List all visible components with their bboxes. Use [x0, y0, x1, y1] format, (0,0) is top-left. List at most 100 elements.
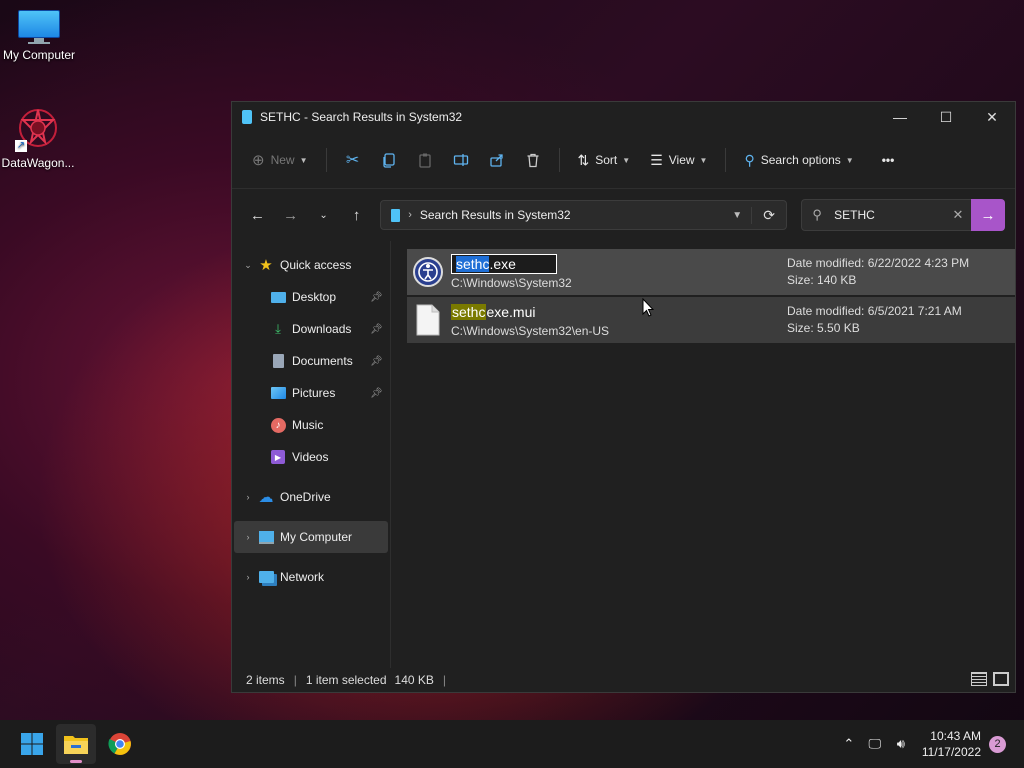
network-icon[interactable]: 🖵︎ [862, 736, 888, 752]
delete-button[interactable] [517, 144, 549, 176]
rename-button[interactable] [445, 144, 477, 176]
desktop-icon-label: My Computer [2, 48, 76, 62]
clock-date: 11/17/2022 [921, 745, 981, 759]
view-label: View [668, 153, 695, 167]
copy-button[interactable] [373, 144, 405, 176]
sidebar-item-desktop[interactable]: Desktop 📌︎ [234, 281, 388, 313]
pin-icon[interactable]: 📌︎ [370, 356, 386, 367]
search-input[interactable] [832, 207, 945, 223]
search-options-button[interactable]: ⚲ Search options ▼ [736, 144, 861, 176]
pin-icon[interactable]: 📌︎ [370, 388, 386, 399]
tiles-view-button[interactable] [993, 672, 1009, 686]
address-dropdown-button[interactable]: ▼ [723, 210, 751, 221]
sidebar-item-quick-access[interactable]: ⌄ ★ Quick access [234, 249, 388, 281]
sidebar-item-label: Network [280, 570, 325, 584]
minimize-button[interactable]: — [877, 102, 923, 132]
view-button[interactable]: ☰ View ▼ [642, 144, 715, 176]
search-results-icon [391, 208, 401, 222]
refresh-button[interactable]: ⟳ [751, 206, 786, 224]
back-button[interactable]: ← [242, 199, 273, 231]
sidebar-item-label: Pictures [292, 386, 336, 400]
scissors-icon: ✂ [345, 152, 360, 169]
list-item-sethc-exe-mui[interactable]: sethc exe.mui C:\Windows\System32\en-US D… [407, 297, 1015, 343]
file-path: C:\Windows\System32 [451, 276, 572, 290]
ellipsis-icon: ••• [881, 153, 895, 167]
pin-icon[interactable]: 📌︎ [370, 324, 386, 335]
toolbar-separator [558, 148, 560, 172]
sidebar-item-network[interactable]: › Network [234, 561, 388, 593]
recent-locations-button[interactable]: ⌄ [308, 199, 339, 231]
chevron-right-icon[interactable]: › [238, 492, 258, 502]
search-box[interactable]: ⚲ ✕ → [801, 199, 1005, 231]
desktop-icon-datawagon[interactable]: ↗ DataWagon... [0, 106, 76, 170]
document-icon [270, 353, 286, 369]
plus-circle-icon: ⊕ [252, 152, 265, 169]
size-label: Size: [787, 321, 814, 335]
chevron-right-icon[interactable]: › [238, 572, 258, 582]
sidebar-item-label: Music [292, 418, 324, 432]
monitor-icon [18, 10, 60, 44]
details-view-button[interactable] [971, 672, 987, 686]
chevron-down-icon: ▼ [845, 155, 854, 165]
navigation-bar: ← → ⌄ ↑ › Search Results in System32 ▼ ⟳… [232, 189, 1015, 241]
sidebar-item-videos[interactable]: ▶ Videos [234, 441, 388, 473]
paste-button[interactable] [409, 144, 441, 176]
sidebar-item-downloads[interactable]: ⤓ Downloads 📌︎ [234, 313, 388, 345]
start-button[interactable] [12, 724, 52, 764]
list-item-sethc-exe[interactable]: sethc .exe C:\Windows\System32 Date modif… [407, 249, 1015, 295]
folder-icon [64, 736, 88, 754]
sidebar-item-label: Quick access [280, 258, 352, 272]
star-icon: ★ [259, 257, 273, 274]
chevron-right-icon[interactable]: › [238, 532, 258, 542]
cut-button[interactable]: ✂ [337, 144, 369, 176]
forward-button[interactable]: → [275, 199, 306, 231]
rename-field[interactable]: sethc .exe [451, 254, 557, 274]
pictures-icon [270, 385, 286, 401]
taskbar-chrome[interactable] [100, 724, 140, 764]
volume-icon[interactable]: 🔊︎ [888, 736, 914, 752]
search-options-label: Search options [760, 153, 841, 167]
file-explorer-window: SETHC - Search Results in System32 — ☐ ✕… [231, 101, 1016, 693]
address-bar[interactable]: › Search Results in System32 ▼ ⟳ [380, 200, 788, 230]
new-label: New [270, 153, 295, 167]
chevron-down-icon: ▼ [622, 155, 631, 165]
chevron-down-icon[interactable]: ⌄ [238, 260, 258, 271]
sidebar-item-pictures[interactable]: Pictures 📌︎ [234, 377, 388, 409]
new-button[interactable]: ⊕ New ▼ [244, 144, 316, 176]
sidebar-item-my-computer[interactable]: › My Computer [234, 521, 388, 553]
file-meta: Date modified: 6/22/2022 4:23 PM Size: 1… [787, 255, 969, 289]
sidebar-item-documents[interactable]: Documents 📌︎ [234, 345, 388, 377]
notification-badge[interactable]: 2 [989, 735, 1006, 753]
modified-label: Date modified: [787, 256, 865, 270]
cloud-icon: ☁ [258, 489, 274, 506]
sort-button[interactable]: ⇅ Sort ▼ [570, 144, 639, 176]
desktop-icon-my-computer[interactable]: My Computer [1, 10, 77, 62]
arrow-right-icon: → [283, 206, 299, 224]
clock[interactable]: 10:43 AM 11/17/2022 [922, 728, 981, 760]
share-button[interactable] [481, 144, 513, 176]
search-go-button[interactable]: → [970, 199, 1005, 231]
sidebar-item-label: Desktop [292, 290, 337, 304]
sidebar-item-onedrive[interactable]: › ☁ OneDrive [234, 481, 388, 513]
more-options-button[interactable]: ••• [874, 144, 903, 176]
maximize-button[interactable]: ☐ [923, 102, 969, 132]
taskbar-file-explorer[interactable] [56, 724, 96, 764]
sidebar-item-music[interactable]: ♪ Music [234, 409, 388, 441]
title-bar[interactable]: SETHC - Search Results in System32 — ☐ ✕ [232, 102, 1015, 132]
pin-icon[interactable]: 📌︎ [370, 292, 386, 303]
file-path: C:\Windows\System32\en-US [451, 324, 610, 338]
file-list: sethc .exe C:\Windows\System32 Date modif… [391, 241, 1015, 668]
toolbar-separator [325, 148, 327, 172]
navigation-pane: ⌄ ★ Quick access Desktop 📌︎ ⤓ Downloads … [232, 241, 391, 668]
trash-icon [527, 153, 539, 168]
selection-info: 1 item selected [305, 673, 387, 687]
sidebar-item-label: OneDrive [280, 490, 331, 504]
close-button[interactable]: ✕ [969, 102, 1015, 132]
show-hidden-icons-button[interactable]: ⌃ [836, 736, 862, 752]
windows-logo-icon [21, 733, 43, 755]
explorer-body: ⌄ ★ Quick access Desktop 📌︎ ⤓ Downloads … [232, 241, 1015, 668]
videos-icon: ▶ [270, 449, 286, 465]
up-button[interactable]: ↑ [341, 199, 372, 231]
chevron-down-icon: ▼ [299, 155, 308, 165]
clear-search-button[interactable]: ✕ [945, 207, 971, 223]
